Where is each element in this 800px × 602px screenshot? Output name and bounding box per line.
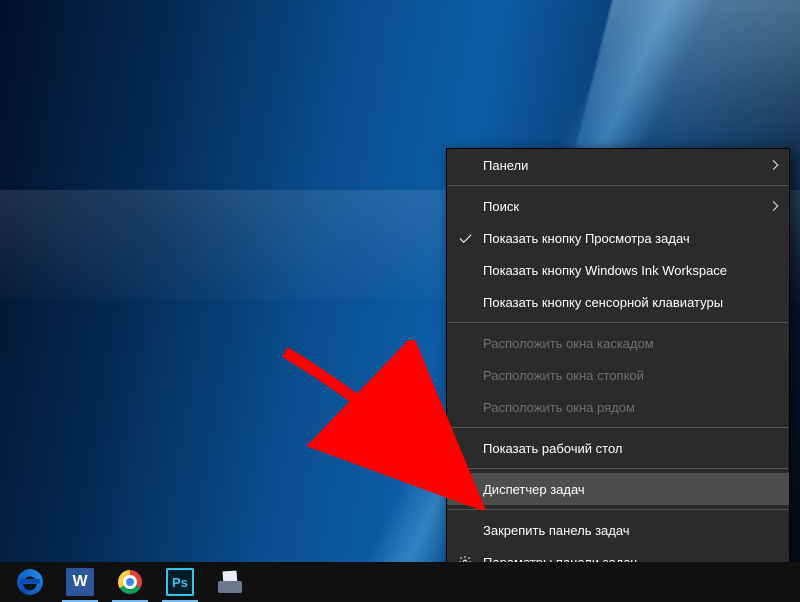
- taskbar-context-menu: Панели Поиск Показать кнопку Просмотра з…: [446, 148, 790, 579]
- menu-show-touch-keyboard[interactable]: Показать кнопку сенсорной клавиатуры: [447, 286, 789, 318]
- menu-item-label: Расположить окна каскадом: [483, 336, 654, 351]
- menu-show-desktop[interactable]: Показать рабочий стол: [447, 432, 789, 464]
- check-icon: [457, 230, 473, 246]
- menu-cascade-windows: Расположить окна каскадом: [447, 327, 789, 359]
- menu-separator: [448, 185, 788, 186]
- menu-show-ink-workspace[interactable]: Показать кнопку Windows Ink Workspace: [447, 254, 789, 286]
- menu-show-taskview[interactable]: Показать кнопку Просмотра задач: [447, 222, 789, 254]
- menu-item-label: Показать кнопку Просмотра задач: [483, 231, 690, 246]
- menu-side-by-side-windows: Расположить окна рядом: [447, 391, 789, 423]
- menu-item-label: Панели: [483, 158, 528, 173]
- menu-item-label: Показать кнопку Windows Ink Workspace: [483, 263, 727, 278]
- menu-panels[interactable]: Панели: [447, 149, 789, 181]
- menu-separator: [448, 322, 788, 323]
- word-icon: W: [66, 568, 94, 596]
- menu-item-label: Показать кнопку сенсорной клавиатуры: [483, 295, 723, 310]
- taskbar-chrome-button[interactable]: [106, 562, 154, 602]
- menu-search[interactable]: Поиск: [447, 190, 789, 222]
- menu-separator: [448, 468, 788, 469]
- taskbar-photoshop-button[interactable]: Ps: [156, 562, 204, 602]
- edge-icon: [17, 569, 43, 595]
- printer-icon: [216, 571, 244, 593]
- menu-stack-windows: Расположить окна стопкой: [447, 359, 789, 391]
- menu-task-manager[interactable]: Диспетчер задач: [447, 473, 789, 505]
- taskbar-printer-button[interactable]: [206, 562, 254, 602]
- taskbar-word-button[interactable]: W: [56, 562, 104, 602]
- menu-item-label: Показать рабочий стол: [483, 441, 622, 456]
- menu-separator: [448, 427, 788, 428]
- menu-item-label: Расположить окна стопкой: [483, 368, 644, 383]
- menu-item-label: Закрепить панель задач: [483, 523, 630, 538]
- menu-lock-taskbar[interactable]: Закрепить панель задач: [447, 514, 789, 546]
- chrome-icon: [118, 570, 142, 594]
- photoshop-icon: Ps: [166, 568, 194, 596]
- taskbar: W Ps: [0, 562, 800, 602]
- taskbar-edge-button[interactable]: [6, 562, 54, 602]
- menu-separator: [448, 509, 788, 510]
- menu-item-label: Поиск: [483, 199, 519, 214]
- menu-item-label: Диспетчер задач: [483, 482, 585, 497]
- menu-item-label: Расположить окна рядом: [483, 400, 635, 415]
